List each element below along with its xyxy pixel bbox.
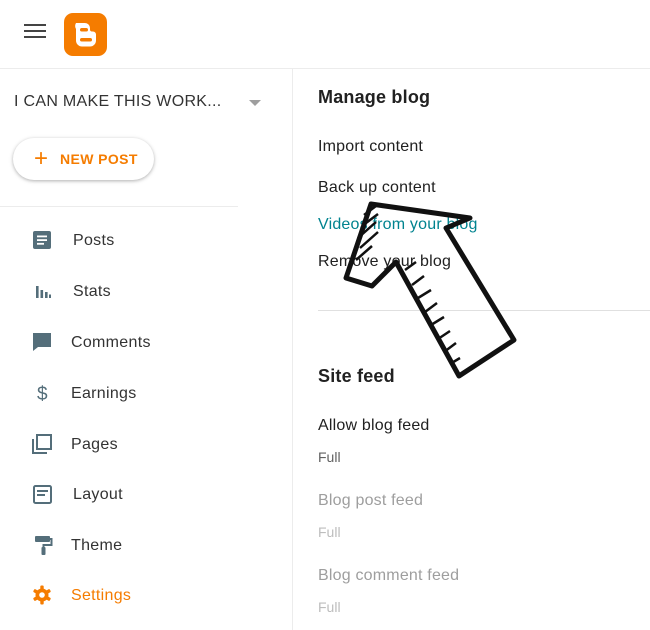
sidebar-item-label: Posts xyxy=(73,232,115,249)
pages-icon xyxy=(32,434,52,454)
videos-from-blog-link[interactable]: Videos from your blog xyxy=(318,216,478,234)
blog-post-feed-value: Full xyxy=(318,524,341,540)
blog-post-feed-setting[interactable]: Blog post feed xyxy=(318,492,423,510)
import-content-link[interactable]: Import content xyxy=(318,138,423,156)
comments-icon xyxy=(33,333,51,351)
chevron-down-icon xyxy=(249,100,261,106)
section-divider xyxy=(318,310,650,311)
stats-icon xyxy=(36,286,51,298)
gear-icon xyxy=(33,585,51,605)
sidebar-item-layout[interactable]: Layout xyxy=(0,475,290,515)
posts-icon xyxy=(33,231,51,249)
sidebar-item-label: Pages xyxy=(71,436,118,453)
allow-blog-feed-setting[interactable]: Allow blog feed xyxy=(318,417,430,435)
sidebar-item-comments[interactable]: Comments xyxy=(0,323,290,363)
manage-blog-title: Manage blog xyxy=(318,87,431,107)
back-up-content-link[interactable]: Back up content xyxy=(318,179,436,197)
blog-comment-feed-value: Full xyxy=(318,599,341,615)
blogger-logo-icon[interactable] xyxy=(64,13,107,56)
blog-name: I CAN MAKE THIS WORK... xyxy=(14,93,222,110)
sidebar-item-label: Comments xyxy=(71,334,151,351)
menu-icon[interactable] xyxy=(24,24,46,42)
sidebar-item-settings[interactable]: Settings xyxy=(0,576,290,616)
settings-content: Manage blog Import content Back up conte… xyxy=(293,69,650,630)
sidebar: I CAN MAKE THIS WORK... + NEW POST Posts… xyxy=(0,69,293,630)
sidebar-item-label: Layout xyxy=(73,486,123,503)
new-post-label: NEW POST xyxy=(60,151,138,167)
sidebar-item-label: Stats xyxy=(73,283,111,300)
sidebar-item-earnings[interactable]: $ Earnings xyxy=(0,374,290,414)
site-feed-title: Site feed xyxy=(318,366,395,386)
sidebar-item-label: Settings xyxy=(71,587,132,604)
blog-selector[interactable]: I CAN MAKE THIS WORK... xyxy=(14,91,274,115)
sidebar-item-label: Theme xyxy=(71,537,123,554)
sidebar-item-theme[interactable]: Theme xyxy=(0,526,290,566)
blog-comment-feed-setting[interactable]: Blog comment feed xyxy=(318,567,459,585)
sidebar-item-posts[interactable]: Posts xyxy=(0,221,290,261)
layout-icon xyxy=(33,485,52,504)
sidebar-divider xyxy=(0,206,238,207)
sidebar-item-stats[interactable]: Stats xyxy=(0,272,290,312)
sidebar-item-label: Earnings xyxy=(71,385,137,402)
sidebar-item-pages[interactable]: Pages xyxy=(0,425,290,465)
plus-icon: + xyxy=(34,145,49,172)
dollar-icon: $ xyxy=(37,384,48,404)
top-bar xyxy=(0,0,650,69)
new-post-button[interactable]: + NEW POST xyxy=(13,138,154,180)
allow-blog-feed-value: Full xyxy=(318,449,341,465)
paint-roller-icon xyxy=(35,536,53,555)
svg-text:$: $ xyxy=(37,384,48,404)
remove-blog-link[interactable]: Remove your blog xyxy=(318,253,451,271)
